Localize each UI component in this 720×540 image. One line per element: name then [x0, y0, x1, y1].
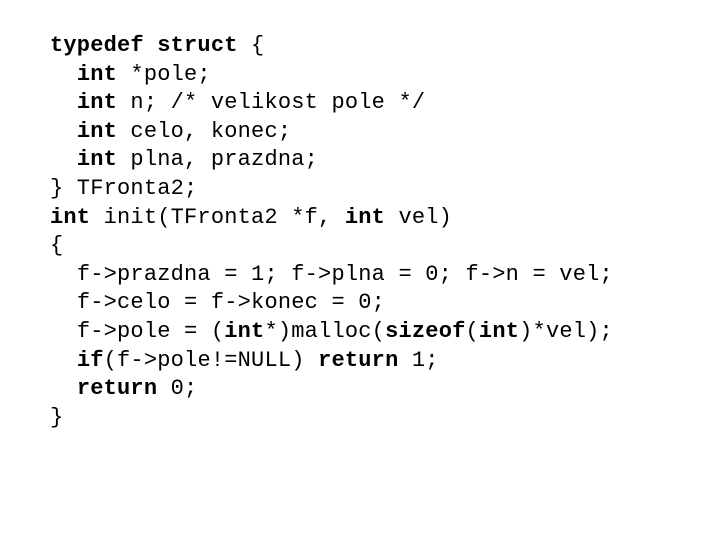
code-block: typedef struct { int *pole; int n; /* ve…	[0, 0, 720, 432]
keyword-token: int	[77, 90, 131, 115]
code-line: int *pole;	[50, 61, 720, 90]
code-token: }	[50, 405, 63, 430]
code-line: if(f->pole!=NULL) return 1;	[50, 347, 720, 376]
code-token: )*vel);	[519, 319, 613, 344]
code-token: {	[251, 33, 264, 58]
keyword-token: int	[345, 205, 399, 230]
code-line: int n; /* velikost pole */	[50, 89, 720, 118]
code-token: } TFronta2;	[50, 176, 197, 201]
code-token: init(TFronta2 *f,	[104, 205, 345, 230]
keyword-token: sizeof	[385, 319, 465, 344]
keyword-token: int	[224, 319, 264, 344]
code-token: n; /* velikost pole */	[130, 90, 425, 115]
keyword-token: int	[50, 205, 104, 230]
code-line: return 0;	[50, 375, 720, 404]
code-token: *pole;	[130, 62, 210, 87]
code-token: vel)	[398, 205, 452, 230]
code-token: (f->pole!=NULL)	[104, 348, 318, 373]
keyword-token: struct	[157, 33, 251, 58]
keyword-token: int	[77, 147, 131, 172]
code-token: 0;	[171, 376, 198, 401]
code-line: int celo, konec;	[50, 118, 720, 147]
code-token: 1;	[412, 348, 439, 373]
code-line: int init(TFronta2 *f, int vel)	[50, 204, 720, 233]
keyword-token: typedef	[50, 33, 157, 58]
code-line: int plna, prazdna;	[50, 146, 720, 175]
code-token: f->pole = (	[77, 319, 224, 344]
code-line: f->prazdna = 1; f->plna = 0; f->n = vel;	[50, 261, 720, 290]
keyword-token: return	[77, 376, 171, 401]
code-line: }	[50, 404, 720, 433]
code-line: } TFronta2;	[50, 175, 720, 204]
code-line: f->celo = f->konec = 0;	[50, 289, 720, 318]
code-token: f->prazdna = 1; f->plna = 0; f->n = vel;	[77, 262, 613, 287]
code-token: celo, konec;	[130, 119, 291, 144]
code-token: (	[466, 319, 479, 344]
code-token: plna, prazdna;	[130, 147, 318, 172]
keyword-token: if	[77, 348, 104, 373]
code-token: *)malloc(	[264, 319, 385, 344]
code-token: {	[50, 233, 63, 258]
code-token: f->celo = f->konec = 0;	[77, 290, 385, 315]
code-line: typedef struct {	[50, 32, 720, 61]
code-line: f->pole = (int*)malloc(sizeof(int)*vel);	[50, 318, 720, 347]
code-line: {	[50, 232, 720, 261]
keyword-token: int	[77, 119, 131, 144]
keyword-token: int	[479, 319, 519, 344]
keyword-token: return	[318, 348, 412, 373]
keyword-token: int	[77, 62, 131, 87]
